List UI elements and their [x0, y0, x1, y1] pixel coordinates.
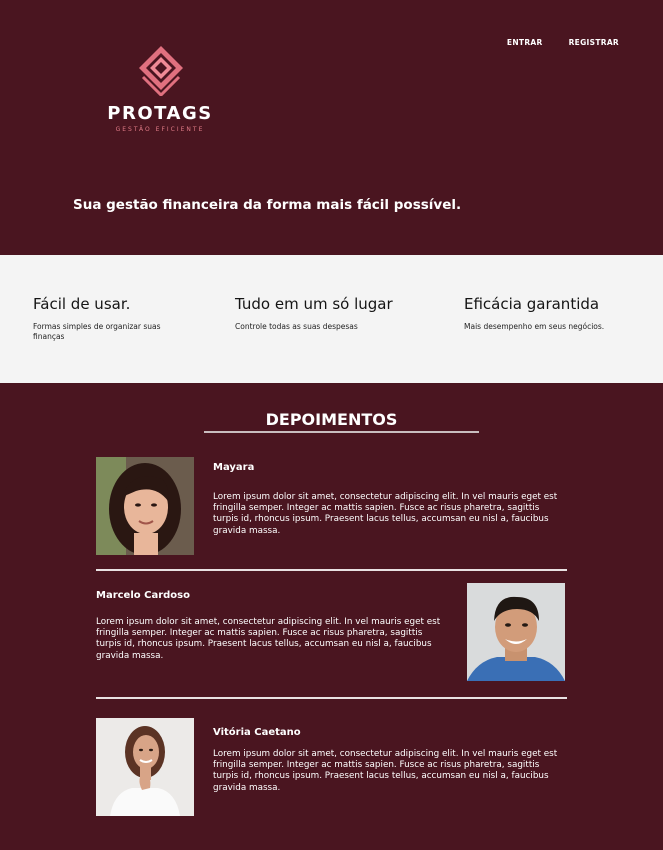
divider	[96, 697, 567, 699]
testimonial-text: Lorem ipsum dolor sit amet, consectetur …	[96, 617, 441, 661]
feature-title: Eficácia garantida	[464, 295, 600, 313]
features-section: Fácil de usar. Formas simples de organiz…	[0, 255, 663, 383]
register-link[interactable]: REGISTRAR	[569, 38, 619, 47]
brand-tagline: GESTÃO EFICIENTE	[115, 126, 205, 133]
testimonial-name: Mayara	[213, 462, 255, 473]
feature-text: Mais desempenho em seus negócios.	[464, 322, 605, 331]
avatar-mayara	[96, 457, 194, 555]
feature-title: Fácil de usar.	[33, 295, 131, 313]
feature-text: Formas simples de organizar suas finança…	[33, 322, 161, 341]
testimonial-text: Lorem ipsum dolor sit amet, consectetur …	[213, 749, 558, 793]
top-nav: ENTRAR REGISTRAR	[507, 38, 619, 47]
avatar-vitoria	[96, 718, 194, 816]
hero-headline: Sua gestão financeira da forma mais fáci…	[73, 197, 462, 213]
divider	[96, 569, 567, 571]
testimonial-name: Marcelo Cardoso	[96, 590, 190, 601]
avatar-marcelo	[467, 583, 565, 681]
login-link[interactable]: ENTRAR	[507, 38, 543, 47]
title-underline	[204, 431, 479, 433]
feature-all-in-one: Tudo em um só lugar Controle todas as su…	[235, 295, 435, 332]
diamond-logo-icon	[139, 46, 183, 96]
feature-easy: Fácil de usar. Formas simples de organiz…	[33, 295, 183, 342]
brand-name: PROTAGS	[107, 103, 213, 124]
feature-title: Tudo em um só lugar	[235, 295, 393, 313]
testimonials-title: DEPOIMENTOS	[265, 410, 398, 429]
feature-efficacy: Eficácia garantida Mais desempenho em se…	[464, 295, 644, 332]
feature-text: Controle todas as suas despesas	[235, 322, 358, 331]
testimonial-name: Vitória Caetano	[213, 727, 301, 738]
logo[interactable]: PROTAGS GESTÃO EFICIENTE	[102, 44, 218, 136]
testimonial-text: Lorem ipsum dolor sit amet, consectetur …	[213, 492, 558, 536]
